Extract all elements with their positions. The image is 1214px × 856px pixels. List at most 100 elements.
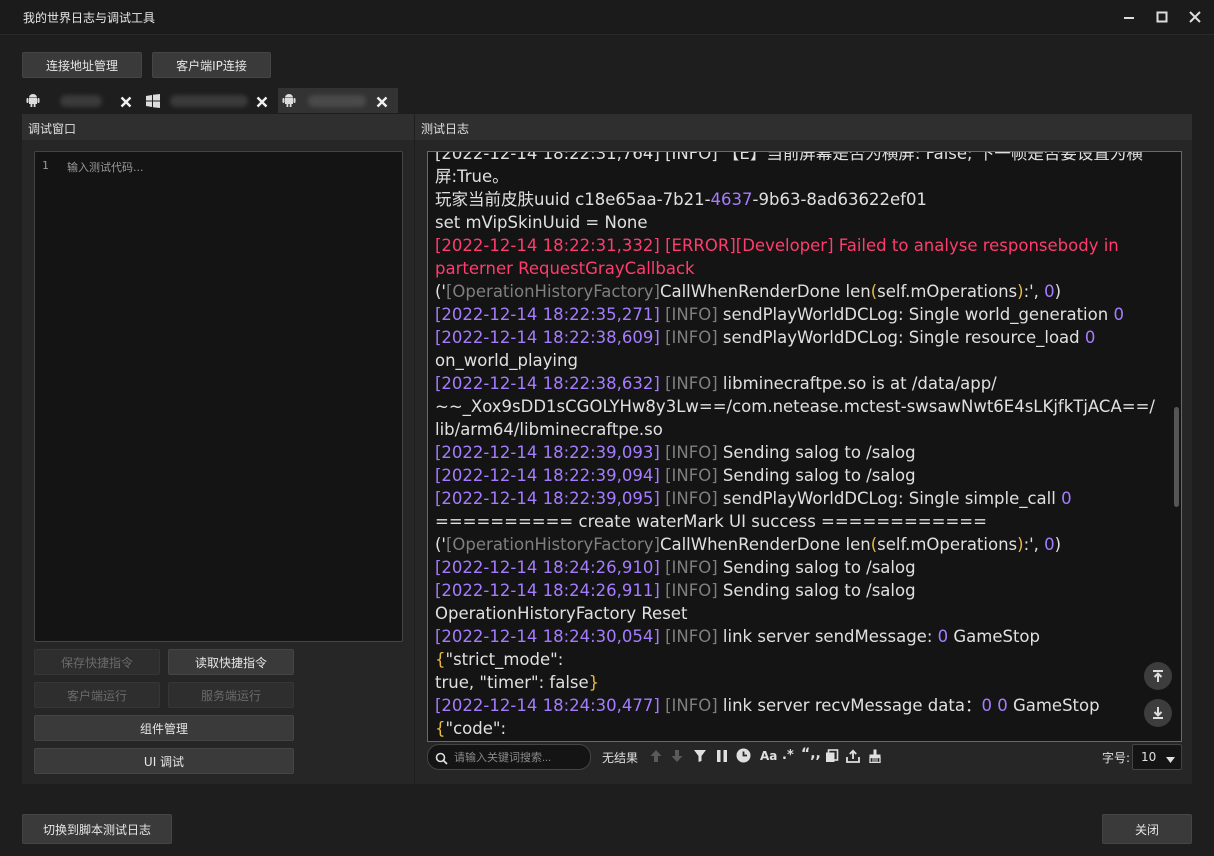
android-icon [26, 93, 40, 112]
client-run-button[interactable]: 客户端运行 [34, 682, 160, 708]
log-segment: set mVipSkinUuid = None [435, 213, 648, 232]
tab-device-3[interactable] [278, 88, 398, 113]
log-line: [2022-12-14 18:22:39,094] [INFO] Sending… [435, 464, 1160, 487]
log-line: lib/arm64/libminecraftpe.so [435, 418, 1160, 441]
test-log-panel: 测试日志 [2022-12-14 18:22:31,764] [INFO] 【E… [415, 114, 1192, 784]
log-segment: [INFO] [659, 696, 723, 715]
tab-device-2[interactable] [142, 88, 276, 113]
regex-icon[interactable]: .* [782, 748, 794, 763]
log-segment: [INFO] [659, 489, 723, 508]
log-segment: [INFO] [659, 466, 723, 485]
log-segment: 0 [1113, 305, 1124, 324]
close-button[interactable]: 关闭 [1102, 814, 1192, 844]
ui-debug-button[interactable]: UI 调试 [34, 748, 294, 774]
log-segment: [INFO] [659, 328, 723, 347]
tab-device-1[interactable] [22, 88, 138, 113]
log-segment: self.mOperations [877, 535, 1018, 554]
log-segment: CallWhenRenderDone len [659, 282, 871, 301]
log-segment: lib/arm64/libminecraftpe.so [435, 420, 663, 439]
search-input[interactable] [452, 748, 586, 768]
save-shortcut-button[interactable]: 保存快捷指令 [34, 649, 160, 675]
address-manage-button[interactable]: 连接地址管理 [22, 52, 142, 78]
match-case-icon[interactable]: Aa [760, 749, 777, 763]
maximize-icon[interactable] [1151, 6, 1173, 28]
log-segment: [2022-12-14 18:22:39,093] [435, 443, 660, 462]
next-result-icon[interactable] [670, 749, 684, 767]
log-segment: [2022-12-14 18:22:39,094] [435, 466, 660, 485]
log-segment: 0 [1044, 535, 1055, 554]
device-tabs [22, 88, 398, 114]
log-segment: 4637 [710, 190, 753, 209]
close-tab-icon[interactable] [256, 93, 268, 112]
log-line: on_world_playing [435, 349, 1160, 372]
log-segment: [INFO] [659, 558, 723, 577]
server-run-button[interactable]: 服务端运行 [168, 682, 294, 708]
log-toolbar: 无结果 Aa .* “,, 字号: 10 [427, 744, 1182, 770]
close-tab-icon[interactable] [376, 93, 388, 112]
log-search-box[interactable] [427, 744, 591, 770]
debug-window-panel: 调试窗口 1 输入测试代码... 保存快捷指令 读取快捷指令 客户端运行 服务端… [22, 114, 414, 784]
scroll-to-top-icon[interactable] [1144, 662, 1172, 690]
tab-device-name-blurred [170, 95, 248, 107]
read-shortcut-button[interactable]: 读取快捷指令 [168, 649, 294, 675]
log-segment: [INFO] [659, 305, 723, 324]
log-segment: Sending salog to /salog [722, 443, 916, 462]
log-segment: [INFO] [659, 627, 723, 646]
minimize-icon[interactable] [1118, 6, 1140, 28]
chevron-down-icon [1166, 753, 1175, 767]
log-line: ~~_Xox9sDD1sCGOLYHw8y3Lw==/com.netease.m… [435, 395, 1160, 418]
search-icon [435, 750, 448, 769]
log-segment: [2022-12-14 18:22:39,095] [435, 489, 660, 508]
log-segment: on_world_playing [435, 351, 578, 370]
log-segment: -9b63-8ad63622ef01 [752, 190, 927, 209]
log-line: parterner RequestGrayCallback [435, 257, 1160, 280]
scroll-to-bottom-icon[interactable] [1144, 699, 1172, 727]
copy-icon[interactable] [825, 749, 839, 767]
log-segment: } [588, 673, 600, 692]
log-line: [2022-12-14 18:22:31,332] [ERROR][Develo… [435, 234, 1160, 257]
log-segment: self.mOperations [877, 282, 1018, 301]
pause-icon[interactable] [715, 749, 729, 767]
code-editor[interactable]: 1 输入测试代码... [34, 151, 403, 642]
log-segment: { [435, 719, 446, 738]
log-segment: [INFO] [659, 443, 723, 462]
log-segment: true, "timer": false [435, 673, 589, 692]
filter-icon[interactable] [693, 749, 707, 767]
whole-word-icon[interactable]: “,, [801, 746, 821, 762]
log-segment: libminecraftpe.so is at /data/app/ [722, 374, 997, 393]
scrollbar-thumb[interactable] [1174, 407, 1179, 507]
prev-result-icon[interactable] [649, 749, 663, 767]
title-bar: 我的世界日志与调试工具 [0, 0, 1214, 35]
font-size-select[interactable]: 10 [1132, 744, 1182, 770]
export-icon[interactable] [846, 749, 860, 767]
tab-device-name-blurred [308, 95, 366, 107]
log-segment: "strict_mode": [445, 650, 564, 669]
log-line: [2022-12-14 18:24:30,054] [INFO] link se… [435, 625, 1160, 671]
client-ip-connect-button[interactable]: 客户端IP连接 [152, 52, 271, 78]
log-line: [2022-12-14 18:22:39,095] [INFO] sendPla… [435, 487, 1160, 510]
log-segment: [2022-12-14 18:22:35,271] [435, 305, 660, 324]
clock-icon[interactable] [736, 748, 751, 767]
log-view[interactable]: [2022-12-14 18:22:31,764] [INFO] 【E】当前屏幕… [427, 151, 1182, 742]
log-segment: 0 0 [981, 696, 1008, 715]
component-manage-button[interactable]: 组件管理 [34, 715, 294, 741]
log-segment: [2022-12-14 18:22:31,764] [INFO] 【E】当前屏幕… [435, 151, 1143, 163]
log-segment: 0 [1044, 282, 1055, 301]
log-segment: CallWhenRenderDone len [659, 535, 871, 554]
debug-window-title: 调试窗口 [28, 122, 77, 136]
log-segment: [2022-12-14 18:22:38,609] [435, 328, 660, 347]
window-title: 我的世界日志与调试工具 [23, 11, 156, 25]
log-segment: { [435, 650, 446, 669]
test-log-title: 测试日志 [421, 122, 470, 136]
clear-log-icon[interactable] [868, 749, 882, 767]
android-icon [282, 93, 296, 112]
log-segment: ========== create waterMark UI success =… [435, 512, 987, 531]
log-lines: [2022-12-14 18:22:31,764] [INFO] 【E】当前屏幕… [435, 151, 1160, 741]
close-icon[interactable] [1184, 6, 1206, 28]
log-line: [2022-12-14 18:22:38,632] [INFO] libmine… [435, 372, 1160, 395]
log-scrollbar[interactable] [1173, 152, 1181, 741]
close-tab-icon[interactable] [120, 93, 132, 112]
log-segment: :', [1023, 282, 1045, 301]
switch-script-log-button[interactable]: 切换到脚本测试日志 [22, 814, 172, 844]
log-segment: sendPlayWorldDCLog: Single world_generat… [722, 305, 1114, 324]
